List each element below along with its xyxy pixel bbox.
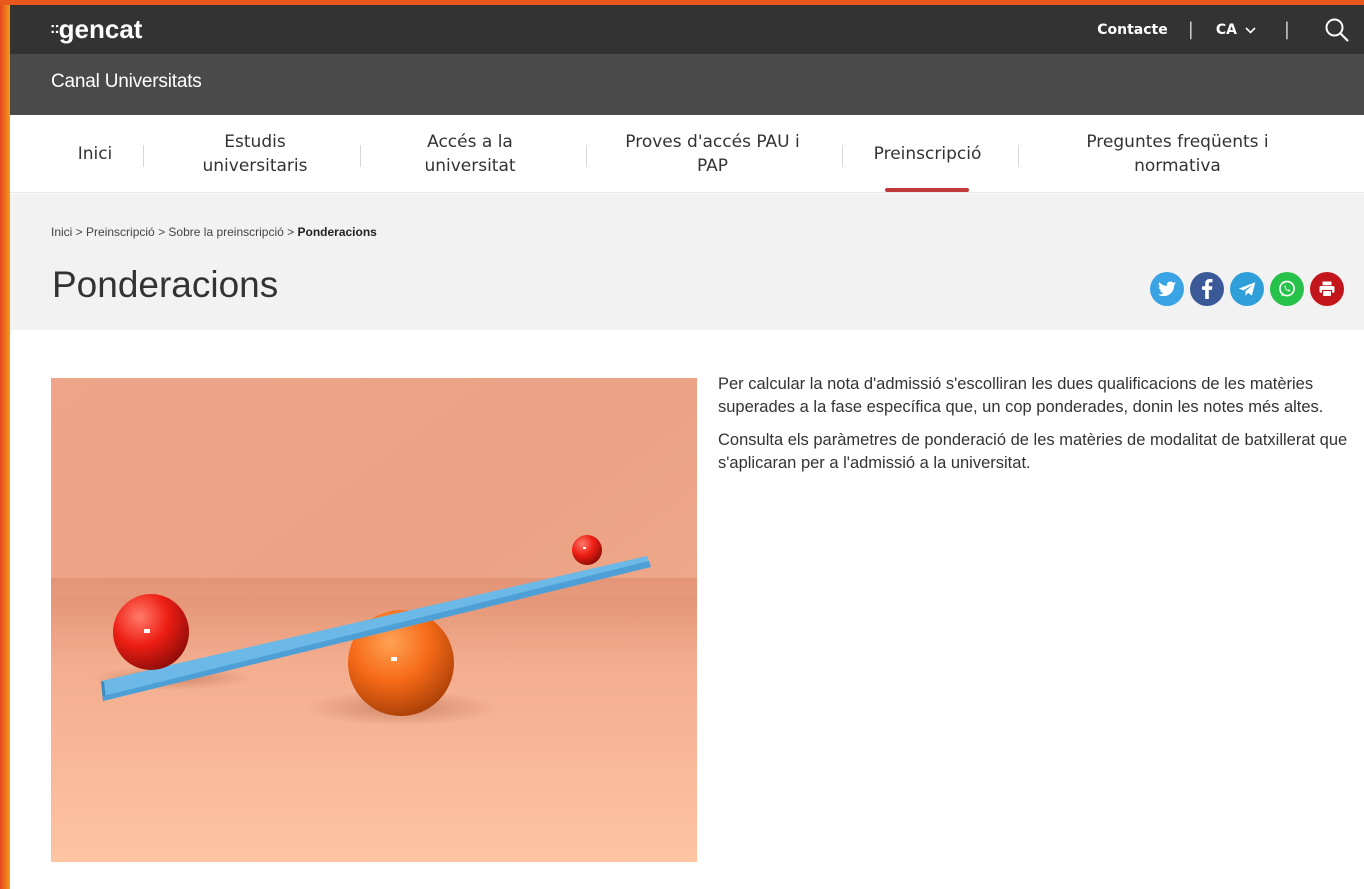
- topbar-separator: |: [1187, 19, 1194, 40]
- twitter-icon[interactable]: [1150, 272, 1184, 306]
- gencat-logo[interactable]: ::gencat: [50, 14, 142, 45]
- topbar-separator: |: [1283, 19, 1290, 40]
- breadcrumb: Inici > Preinscripció > Sobre la preinsc…: [51, 225, 377, 239]
- channel-bar: Canal Universitats: [10, 54, 1364, 115]
- contacte-link[interactable]: Contacte: [1097, 22, 1168, 38]
- facebook-icon[interactable]: [1190, 272, 1224, 306]
- top-links: Contacte | CA |: [1097, 5, 1364, 54]
- nav-label: Accés a la universitat: [424, 132, 516, 176]
- search-icon[interactable]: [1324, 17, 1350, 43]
- nav-divider: [1018, 145, 1019, 167]
- nav-label: Estudis universitaris: [202, 132, 308, 176]
- nav-item-acces-universitat[interactable]: Accés a la universitat: [380, 115, 560, 193]
- nav-label: Proves d'accés PAU i PAP: [625, 132, 800, 176]
- seesaw-illustration: [51, 378, 697, 862]
- breadcrumb-item[interactable]: Inici: [51, 225, 72, 239]
- breadcrumb-current: Ponderacions: [297, 225, 377, 239]
- nav-label: Preinscripció: [873, 144, 982, 164]
- share-buttons: [1150, 272, 1344, 306]
- page-header: Inici > Preinscripció > Sobre la preinsc…: [10, 194, 1364, 330]
- language-selector[interactable]: CA: [1216, 22, 1256, 38]
- nav-divider: [360, 145, 361, 167]
- window-frame-left: [0, 0, 10, 889]
- page-title: Ponderacions: [52, 264, 279, 305]
- nav-item-proves-acces[interactable]: Proves d'accés PAU i PAP: [600, 115, 825, 193]
- nav-divider: [842, 145, 843, 167]
- breadcrumb-separator: >: [72, 225, 87, 239]
- chevron-down-icon: [1245, 22, 1256, 38]
- breadcrumb-item[interactable]: Preinscripció: [86, 225, 155, 239]
- hero-image: [51, 378, 697, 862]
- nav-item-inici[interactable]: Inici: [50, 115, 140, 193]
- print-icon[interactable]: [1310, 272, 1344, 306]
- content-paragraph[interactable]: Consulta els paràmetres de ponderació de…: [718, 429, 1350, 475]
- language-label: CA: [1215, 21, 1237, 38]
- main-nav: Inici Estudis universitaris Accés a la u…: [10, 115, 1364, 193]
- nav-item-estudis-universitaris[interactable]: Estudis universitaris: [160, 115, 350, 193]
- logo-text: gencat: [58, 14, 143, 44]
- nav-active-indicator: [885, 188, 969, 192]
- nav-divider: [586, 145, 587, 167]
- top-bar: ::gencat Contacte | CA |: [10, 5, 1364, 54]
- nav-item-preguntes-frequents[interactable]: Preguntes freqüents i normativa: [1040, 115, 1315, 193]
- page: ::gencat Contacte | CA | Canal Universit…: [10, 5, 1364, 889]
- breadcrumb-separator: >: [154, 225, 169, 239]
- breadcrumb-separator: >: [283, 225, 298, 239]
- nav-divider: [143, 145, 144, 167]
- content-paragraph: Per calcular la nota d'admissió s'escoll…: [718, 375, 1324, 416]
- whatsapp-icon[interactable]: [1270, 272, 1304, 306]
- nav-label: Inici: [77, 144, 113, 164]
- breadcrumb-item[interactable]: Sobre la preinscripció: [168, 225, 283, 239]
- telegram-icon[interactable]: [1230, 272, 1264, 306]
- nav-item-preinscripcio[interactable]: Preinscripció: [855, 115, 1000, 193]
- channel-title[interactable]: Canal Universitats: [51, 71, 202, 93]
- logo-dots: ::: [50, 20, 60, 37]
- content-text: Per calcular la nota d'admissió s'escoll…: [718, 373, 1350, 485]
- nav-label: Preguntes freqüents i normativa: [1086, 132, 1269, 176]
